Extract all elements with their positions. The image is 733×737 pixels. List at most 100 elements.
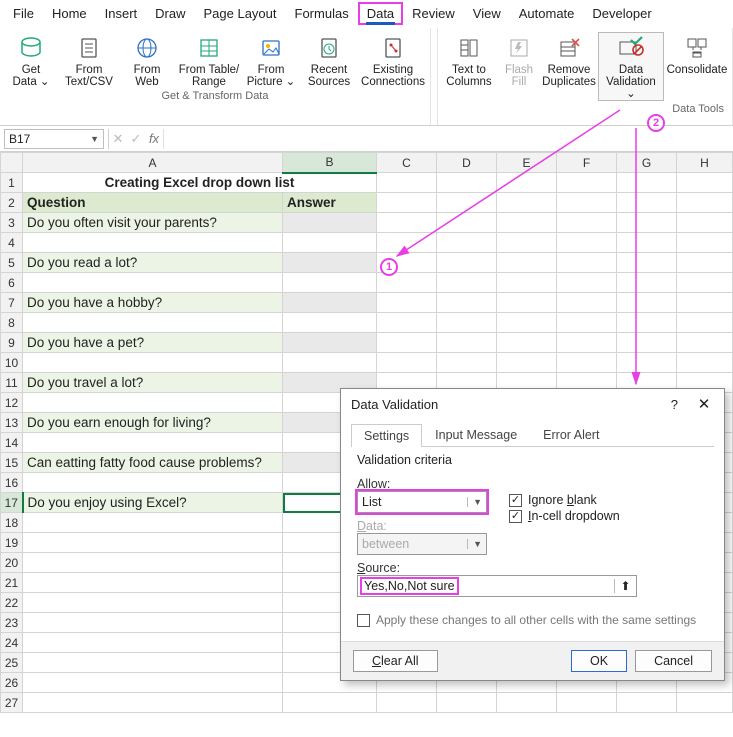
tab-view[interactable]: View: [464, 2, 510, 25]
row-header-3[interactable]: 3: [1, 213, 23, 233]
cell[interactable]: [497, 193, 557, 213]
cell[interactable]: [557, 693, 617, 713]
row-header-5[interactable]: 5: [1, 253, 23, 273]
cell[interactable]: [617, 173, 677, 193]
row-header-6[interactable]: 6: [1, 273, 23, 293]
cell-question[interactable]: Do you travel a lot?: [23, 373, 283, 393]
ok-button[interactable]: OK: [571, 650, 627, 672]
cell-question[interactable]: [23, 313, 283, 333]
cell[interactable]: [617, 213, 677, 233]
col-header-C[interactable]: C: [377, 153, 437, 173]
sheet-title[interactable]: Creating Excel drop down list: [23, 173, 377, 193]
col-header-D[interactable]: D: [437, 153, 497, 173]
cell[interactable]: [617, 333, 677, 353]
cell[interactable]: [437, 353, 497, 373]
cell[interactable]: [497, 313, 557, 333]
tab-data[interactable]: Data: [358, 2, 403, 25]
fx-icon[interactable]: fx: [145, 131, 163, 146]
row-header-2[interactable]: 2: [1, 193, 23, 213]
cancel-formula-icon[interactable]: ✕: [109, 131, 127, 147]
cell[interactable]: [377, 353, 437, 373]
row-header-9[interactable]: 9: [1, 333, 23, 353]
dialog-tab-settings[interactable]: Settings: [351, 424, 422, 447]
row-header-24[interactable]: 24: [1, 633, 23, 653]
cell[interactable]: [23, 653, 283, 673]
cell[interactable]: [557, 353, 617, 373]
apply-all-checkbox[interactable]: Apply these changes to all other cells w…: [357, 613, 708, 627]
cell[interactable]: [497, 333, 557, 353]
name-box[interactable]: B17▼: [4, 129, 104, 149]
cell[interactable]: [437, 313, 497, 333]
row-header-23[interactable]: 23: [1, 613, 23, 633]
row-header-14[interactable]: 14: [1, 433, 23, 453]
cell-question[interactable]: [23, 233, 283, 253]
select-all-corner[interactable]: [1, 153, 23, 173]
cell[interactable]: [377, 193, 437, 213]
row-header-17[interactable]: 17: [1, 493, 23, 513]
cell[interactable]: [677, 333, 733, 353]
cell[interactable]: [437, 213, 497, 233]
cell[interactable]: [557, 233, 617, 253]
cell[interactable]: [617, 313, 677, 333]
row-header-16[interactable]: 16: [1, 473, 23, 493]
source-input[interactable]: Yes,No,Not sure: [360, 577, 459, 595]
cell-question[interactable]: Do you have a hobby?: [23, 293, 283, 313]
cell[interactable]: [677, 693, 733, 713]
cell-question[interactable]: Do you have a pet?: [23, 333, 283, 353]
row-header-18[interactable]: 18: [1, 513, 23, 533]
row-header-20[interactable]: 20: [1, 553, 23, 573]
tab-automate[interactable]: Automate: [510, 2, 584, 25]
col-header-F[interactable]: F: [557, 153, 617, 173]
cell-question[interactable]: Do you enjoy using Excel?: [23, 493, 283, 513]
tab-developer[interactable]: Developer: [583, 2, 660, 25]
tab-home[interactable]: Home: [43, 2, 96, 25]
row-header-22[interactable]: 22: [1, 593, 23, 613]
from-table-range-button[interactable]: From Table/ Range: [176, 32, 242, 88]
cell[interactable]: [677, 353, 733, 373]
cell-question[interactable]: Do you often visit your parents?: [23, 213, 283, 233]
cell[interactable]: [23, 693, 283, 713]
cell[interactable]: [23, 673, 283, 693]
cell[interactable]: [23, 573, 283, 593]
row-header-27[interactable]: 27: [1, 693, 23, 713]
cell[interactable]: [677, 233, 733, 253]
cell[interactable]: [377, 213, 437, 233]
row-header-1[interactable]: 1: [1, 173, 23, 193]
tab-draw[interactable]: Draw: [146, 2, 194, 25]
cell[interactable]: [497, 293, 557, 313]
cell[interactable]: [437, 173, 497, 193]
clear-all-button[interactable]: Clear All: [353, 650, 438, 672]
from-text-csv-button[interactable]: From Text/CSV: [60, 32, 118, 88]
allow-select[interactable]: List▼: [357, 491, 487, 513]
cell[interactable]: [677, 313, 733, 333]
header-answer[interactable]: Answer: [283, 193, 377, 213]
cell[interactable]: [497, 273, 557, 293]
cell[interactable]: [677, 253, 733, 273]
from-web-button[interactable]: From Web: [118, 32, 176, 88]
cell[interactable]: [497, 213, 557, 233]
get-data-button[interactable]: Get Data ⌄: [2, 32, 60, 88]
col-header-B[interactable]: B: [283, 153, 377, 173]
cell[interactable]: [617, 193, 677, 213]
cell[interactable]: [377, 313, 437, 333]
row-header-10[interactable]: 10: [1, 353, 23, 373]
cell-answer[interactable]: [283, 253, 377, 273]
cell[interactable]: [557, 213, 617, 233]
enter-formula-icon[interactable]: ✓: [127, 131, 145, 147]
ignore-blank-checkbox[interactable]: ✓Ignore blank: [509, 493, 620, 507]
row-header-7[interactable]: 7: [1, 293, 23, 313]
cancel-button[interactable]: Cancel: [635, 650, 712, 672]
cell[interactable]: [377, 233, 437, 253]
cell[interactable]: [557, 253, 617, 273]
cell[interactable]: [283, 693, 377, 713]
cell[interactable]: [437, 693, 497, 713]
cell-question[interactable]: [23, 473, 283, 493]
tab-review[interactable]: Review: [403, 2, 464, 25]
cell-answer[interactable]: [283, 293, 377, 313]
cell[interactable]: [437, 293, 497, 313]
cell-answer[interactable]: [283, 333, 377, 353]
cell[interactable]: [677, 213, 733, 233]
cell[interactable]: [677, 193, 733, 213]
cell[interactable]: [437, 273, 497, 293]
close-icon[interactable]: ✕: [694, 395, 714, 413]
